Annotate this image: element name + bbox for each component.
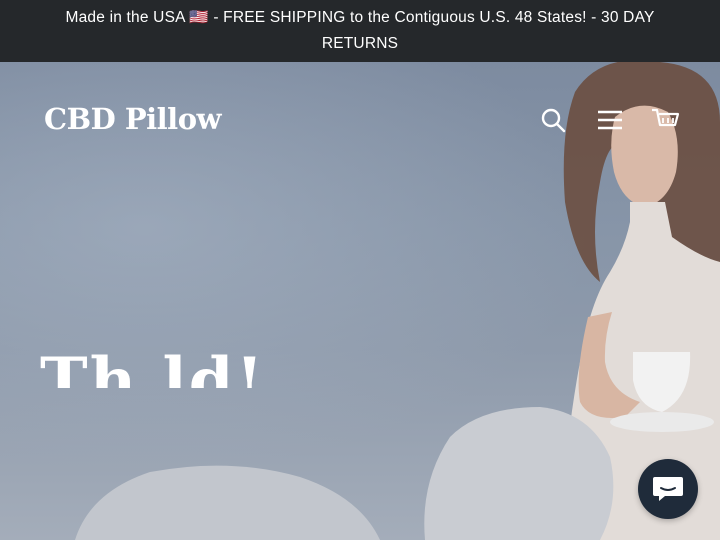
menu-icon[interactable] — [595, 105, 625, 135]
hero-heading: Th ld! — [40, 350, 266, 388]
chat-bubble-icon — [653, 477, 683, 501]
announcement-text: Made in the USA 🇺🇸 - FREE SHIPPING to th… — [65, 9, 655, 52]
chat-button[interactable] — [638, 459, 698, 519]
saucer — [610, 412, 714, 432]
pillow-right — [424, 407, 614, 540]
announcement-bar: Made in the USA 🇺🇸 - FREE SHIPPING to th… — [0, 0, 720, 62]
search-icon[interactable] — [538, 105, 568, 135]
brand-logo[interactable]: CBD Pillow — [44, 102, 222, 136]
cart-icon[interactable] — [650, 105, 680, 135]
site-header: CBD Pillow — [0, 62, 720, 180]
pillow-left — [75, 465, 380, 540]
